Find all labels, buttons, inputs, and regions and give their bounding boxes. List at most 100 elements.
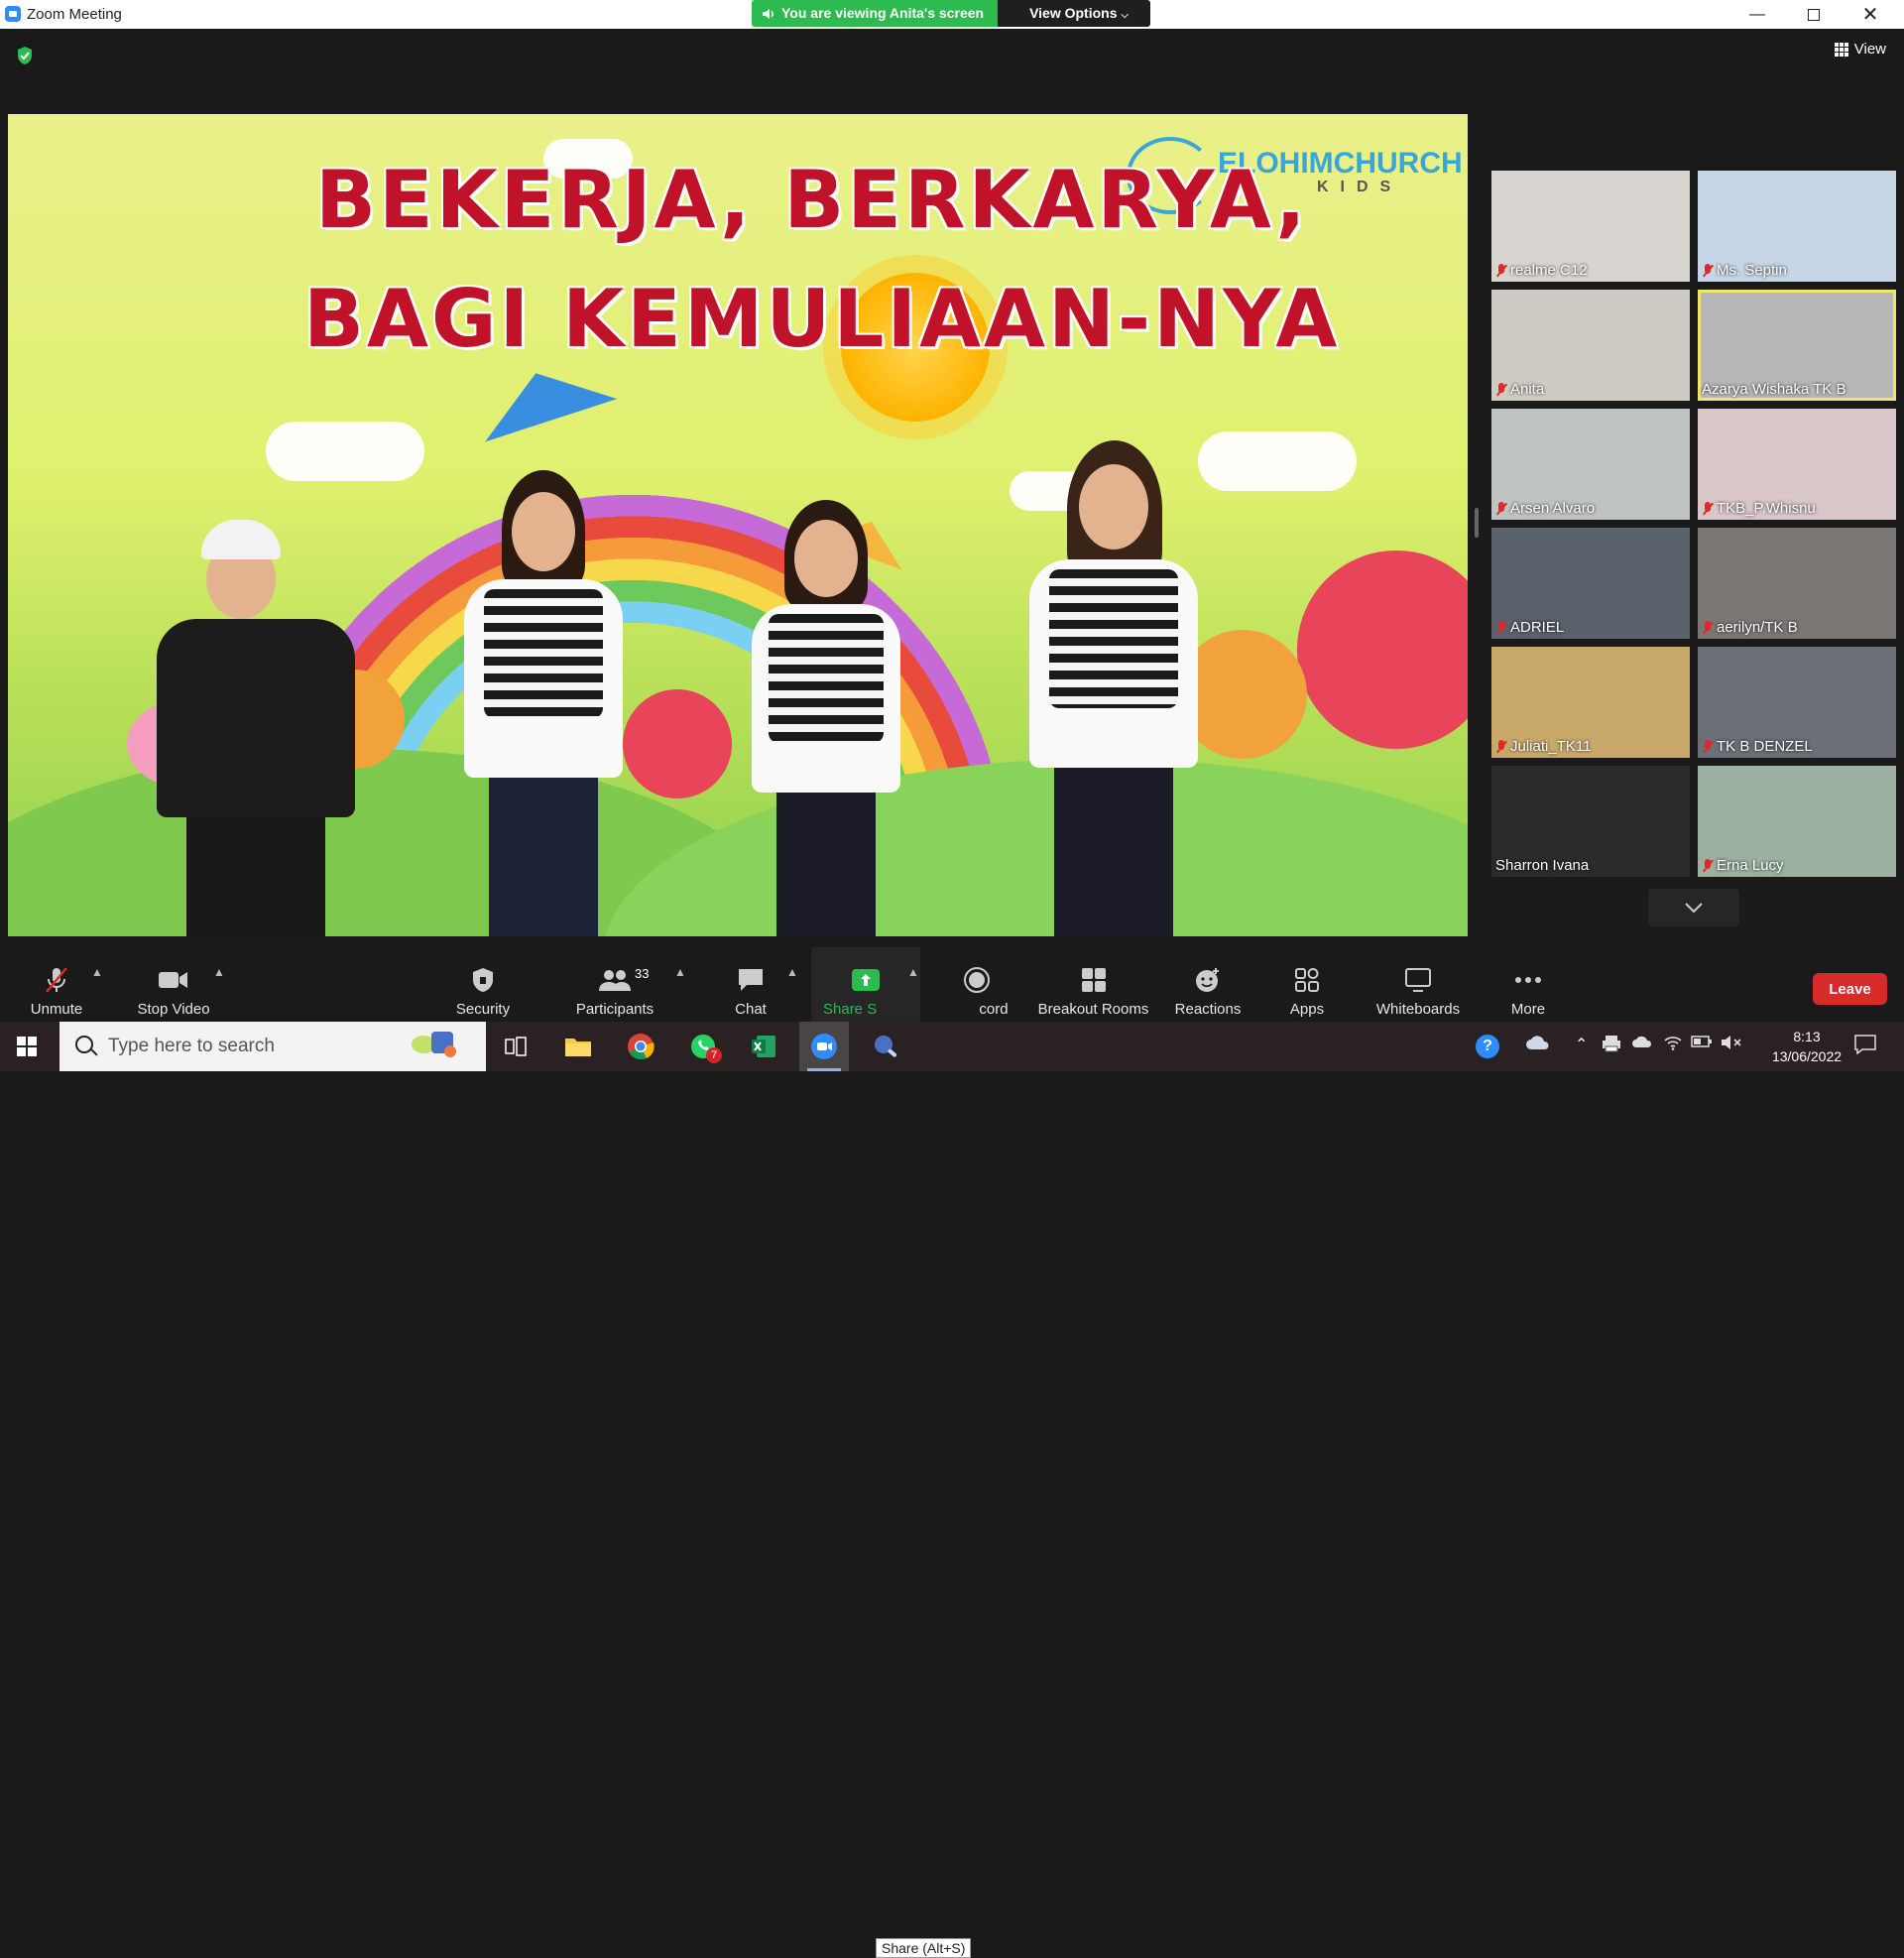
share-label: Share S — [823, 1001, 878, 1018]
participant-tile[interactable]: ADRIEL — [1491, 528, 1690, 639]
participant-name: TK B DENZEL — [1702, 738, 1813, 755]
participant-name: Ms. Septin — [1702, 262, 1787, 279]
zoom-taskbar-button[interactable] — [799, 1022, 849, 1071]
participant-name-text: TK B DENZEL — [1717, 738, 1813, 755]
panel-splitter[interactable] — [1475, 508, 1479, 538]
participant-name-text: TKB_P.Whisnu — [1717, 500, 1816, 517]
reactions-label: Reactions — [1174, 1001, 1242, 1018]
taskbar-search-box[interactable]: Type here to search — [60, 1022, 486, 1071]
microphone-muted-icon — [1702, 263, 1714, 278]
video-camera-icon — [159, 972, 187, 988]
participant-tile[interactable]: Ms. Septin — [1698, 171, 1896, 282]
grid-icon — [1834, 42, 1848, 57]
windows-start-icon[interactable] — [17, 1037, 37, 1056]
whatsapp-button[interactable]: 7 — [678, 1022, 728, 1071]
participant-name-text: Juliati_TK11 — [1510, 738, 1592, 755]
share-tooltip: Share (Alt+S) — [876, 1938, 972, 1958]
chat-label: Chat — [735, 1001, 767, 1018]
whiteboard-icon — [1405, 968, 1431, 992]
microphone-muted-icon — [1495, 263, 1507, 278]
more-button[interactable]: More — [1502, 947, 1554, 1022]
presenter-man — [147, 520, 375, 936]
viewing-indicator: You are viewing Anita's screen — [752, 0, 999, 27]
help-icon[interactable]: ? — [1476, 1035, 1499, 1058]
unmute-button[interactable]: Unmute — [22, 947, 91, 1022]
participant-tile[interactable]: TK B DENZEL — [1698, 647, 1896, 758]
task-view-button[interactable] — [491, 1022, 540, 1071]
magnifier-app-icon — [875, 1036, 897, 1057]
apps-button[interactable]: Apps — [1281, 947, 1333, 1022]
participant-name: Juliati_TK11 — [1495, 738, 1591, 755]
chat-button[interactable]: Chat — [721, 947, 780, 1022]
participant-name: ADRIEL — [1495, 619, 1564, 636]
gallery-next-page-button[interactable] — [1648, 889, 1739, 926]
participant-tile[interactable]: Erna Lucy — [1698, 766, 1896, 877]
breakout-rooms-label: Breakout Rooms — [1037, 1001, 1149, 1018]
view-button[interactable]: View — [1834, 41, 1886, 58]
breakout-rooms-button[interactable]: Breakout Rooms — [1031, 947, 1155, 1022]
participant-name-text: Sharron Ivana — [1495, 857, 1590, 874]
minimize-button[interactable]: — — [1729, 0, 1785, 29]
record-button[interactable]: cord — [942, 947, 1012, 1022]
share-screen-button[interactable]: Share S — [811, 947, 920, 1022]
wifi-icon[interactable] — [1663, 1035, 1683, 1055]
restore-button[interactable] — [1786, 0, 1842, 29]
notification-center-icon[interactable] — [1854, 1035, 1876, 1059]
participants-options-caret[interactable]: ▲ — [674, 965, 686, 979]
participant-name: Sharron Ivana — [1495, 857, 1589, 874]
shared-screen[interactable]: ELOHIMCHURCH KIDS BEKERJA, BERKARYA, BAG… — [8, 114, 1468, 936]
search-placeholder: Type here to search — [108, 1036, 275, 1056]
video-options-caret[interactable]: ▲ — [213, 965, 225, 979]
participant-name-text: Azarya Wishaka TK B — [1702, 381, 1846, 398]
participant-tile[interactable]: Azarya Wishaka TK B — [1698, 290, 1896, 401]
security-label: Security — [455, 1001, 511, 1018]
security-button[interactable]: Security — [448, 947, 518, 1022]
chat-options-caret[interactable]: ▲ — [786, 965, 798, 979]
participant-tile[interactable]: Juliati_TK11 — [1491, 647, 1690, 758]
chrome-button[interactable] — [616, 1022, 665, 1071]
participant-tile[interactable]: aerilyn/TK B — [1698, 528, 1896, 639]
printer-icon[interactable] — [1602, 1035, 1621, 1057]
cloud-icon[interactable] — [1631, 1035, 1653, 1053]
singer — [1010, 440, 1218, 936]
apps-label: Apps — [1289, 1001, 1325, 1018]
view-options-button[interactable]: View Options ⌵ — [998, 0, 1151, 27]
record-icon — [964, 967, 990, 993]
participant-tile[interactable]: TKB_P.Whisnu — [1698, 409, 1896, 520]
participants-icon — [599, 970, 631, 991]
audio-options-caret[interactable]: ▲ — [91, 965, 103, 979]
battery-icon[interactable] — [1691, 1035, 1713, 1052]
excel-button[interactable] — [739, 1022, 788, 1071]
encryption-shield-icon[interactable] — [16, 46, 34, 65]
view-label: View — [1853, 41, 1886, 58]
microphone-muted-icon — [1702, 858, 1714, 873]
stop-video-button[interactable]: Stop Video — [129, 947, 218, 1022]
reactions-button[interactable]: Reactions — [1168, 947, 1248, 1022]
participant-name-text: Erna Lucy — [1717, 857, 1784, 874]
view-options-label: View Options — [1029, 5, 1118, 21]
participant-tile[interactable]: Anita — [1491, 290, 1690, 401]
share-options-caret[interactable]: ▲ — [907, 965, 919, 979]
speaker-icon — [763, 8, 774, 19]
onedrive-icon[interactable] — [1525, 1035, 1551, 1055]
participants-label: Participants — [575, 1001, 654, 1018]
share-arrow-icon — [852, 969, 880, 991]
volume-muted-icon[interactable] — [1721, 1035, 1742, 1055]
whiteboards-label: Whiteboards — [1375, 1001, 1461, 1018]
chevron-up-icon[interactable]: ⌃ — [1575, 1035, 1588, 1054]
clock-time: 8:13 — [1793, 1029, 1821, 1044]
taskbar-clock[interactable]: 8:13 13/06/2022 — [1767, 1027, 1846, 1066]
close-button[interactable]: ✕ — [1843, 0, 1898, 29]
zoom-settings-taskbar-button[interactable] — [861, 1022, 910, 1071]
restore-icon — [1808, 8, 1820, 21]
participants-button[interactable]: Participants — [565, 947, 664, 1022]
participant-tile[interactable]: Arsen Alvaro — [1491, 409, 1690, 520]
whiteboards-button[interactable]: Whiteboards — [1368, 947, 1468, 1022]
leave-button[interactable]: Leave — [1813, 973, 1887, 1005]
participant-name-text: Arsen Alvaro — [1510, 500, 1596, 517]
chevron-down-icon: ⌵ — [1121, 10, 1129, 21]
share-banner: You are viewing Anita's screen View Opti… — [752, 0, 1151, 27]
participant-tile[interactable]: realme C12 — [1491, 171, 1690, 282]
participant-tile[interactable]: Sharron Ivana — [1491, 766, 1690, 877]
file-explorer-button[interactable] — [553, 1022, 603, 1071]
